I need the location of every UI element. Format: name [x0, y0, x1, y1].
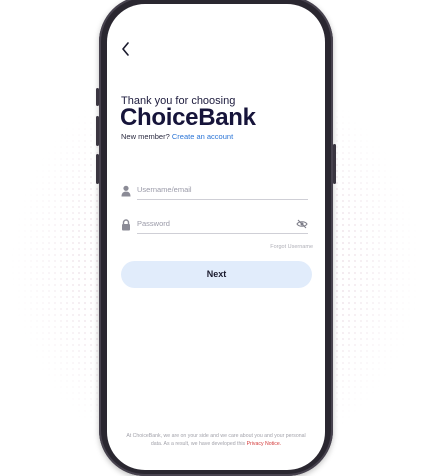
username-placeholder: Username/email	[137, 185, 192, 194]
eye-off-icon[interactable]	[296, 218, 308, 230]
create-account-link[interactable]: Create an account	[172, 132, 233, 141]
new-member-line: New member? Create an account	[121, 132, 233, 141]
phone-mute-button	[96, 88, 99, 106]
phone-screen: Thank you for choosing ChoiceBank New me…	[107, 4, 325, 470]
password-field[interactable]: Password	[121, 218, 308, 234]
chevron-left-icon	[122, 42, 129, 56]
brand-title: ChoiceBank	[120, 104, 256, 131]
username-field[interactable]: Username/email	[121, 184, 308, 200]
forgot-username-link[interactable]: Forgot Username	[270, 244, 313, 250]
privacy-notice-link[interactable]: Privacy Notice.	[247, 441, 282, 447]
password-placeholder: Password	[137, 219, 170, 228]
phone-volume-down-button	[96, 154, 99, 184]
phone-volume-up-button	[96, 116, 99, 146]
back-button[interactable]	[121, 40, 131, 60]
password-underline	[137, 233, 308, 234]
new-member-text: New member?	[121, 132, 170, 141]
next-button[interactable]: Next	[121, 261, 312, 288]
user-icon	[121, 185, 131, 197]
username-underline	[137, 199, 308, 200]
privacy-footer: At ChoiceBank, we are on your side and w…	[125, 432, 307, 448]
phone-power-button	[333, 144, 336, 184]
lock-icon	[122, 219, 130, 231]
